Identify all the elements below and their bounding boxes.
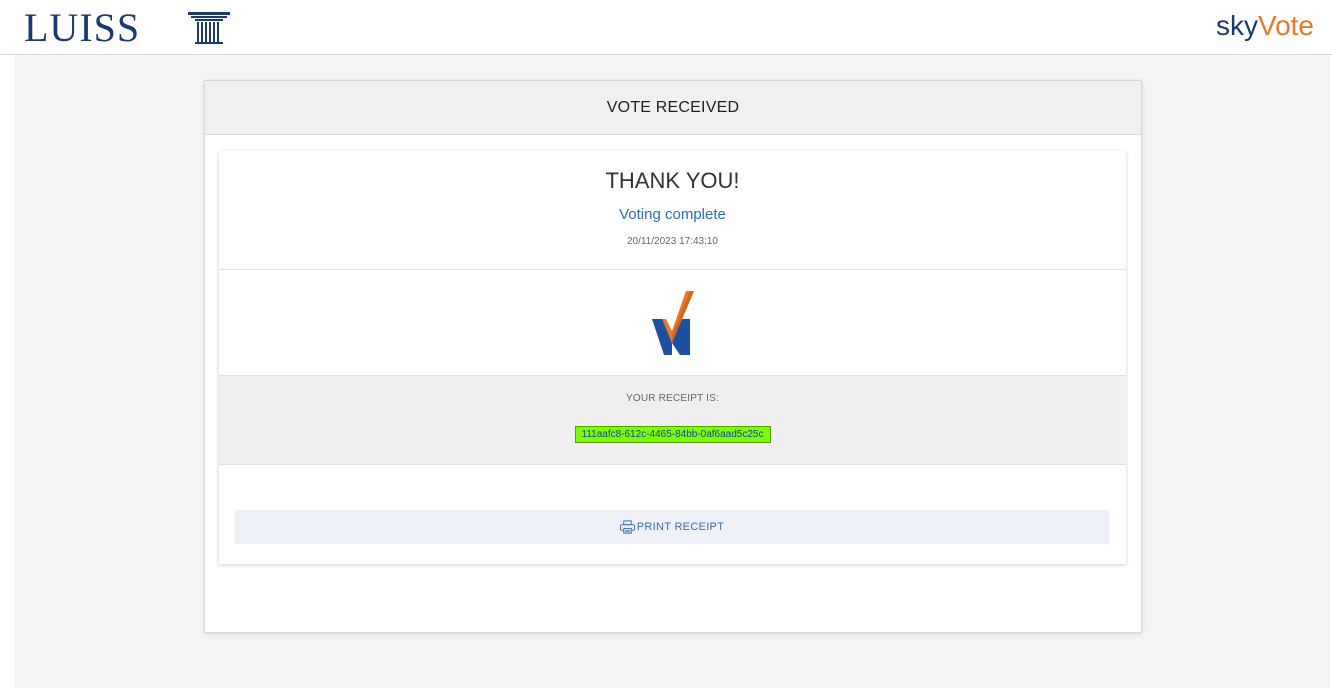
- receipt-label: YOUR RECEIPT IS:: [625, 393, 720, 404]
- column-emblem-icon: [188, 12, 230, 44]
- vote-timestamp: 20/11/2023 17:43:10: [626, 236, 718, 247]
- print-receipt-label: PRINT RECEIPT: [636, 521, 725, 533]
- print-receipt-button[interactable]: PRINT RECEIPT: [235, 510, 1109, 544]
- top-header: LUISS skyVote: [0, 0, 1332, 55]
- receipt-section: YOUR RECEIPT IS: 111aafc8-612c-4465-84bb…: [219, 376, 1126, 465]
- luiss-logo-text: LUISS: [24, 5, 141, 50]
- card-title: VOTE RECEIVED: [205, 81, 1141, 135]
- vote-received-card: VOTE RECEIVED THANK YOU! Voting complete…: [204, 80, 1142, 633]
- confirmation-panel: THANK YOU! Voting complete 20/11/2023 17…: [219, 151, 1126, 564]
- skyvote-logo-vote: Vote: [1257, 10, 1314, 41]
- receipt-code[interactable]: 111aafc8-612c-4465-84bb-0af6aad5c25c: [574, 426, 771, 443]
- print-section: PRINT RECEIPT: [219, 465, 1126, 565]
- skyvote-logo-sky: sky: [1215, 10, 1258, 41]
- printer-icon: [619, 520, 635, 534]
- voting-status: Voting complete: [619, 206, 726, 223]
- thank-you-heading: THANK YOU!: [605, 168, 740, 193]
- skyvote-logo: skyVote: [1216, 10, 1314, 42]
- skyvote-check-icon: [651, 290, 694, 355]
- thanks-section: THANK YOU! Voting complete 20/11/2023 17…: [219, 151, 1126, 270]
- logo-section: [219, 270, 1126, 376]
